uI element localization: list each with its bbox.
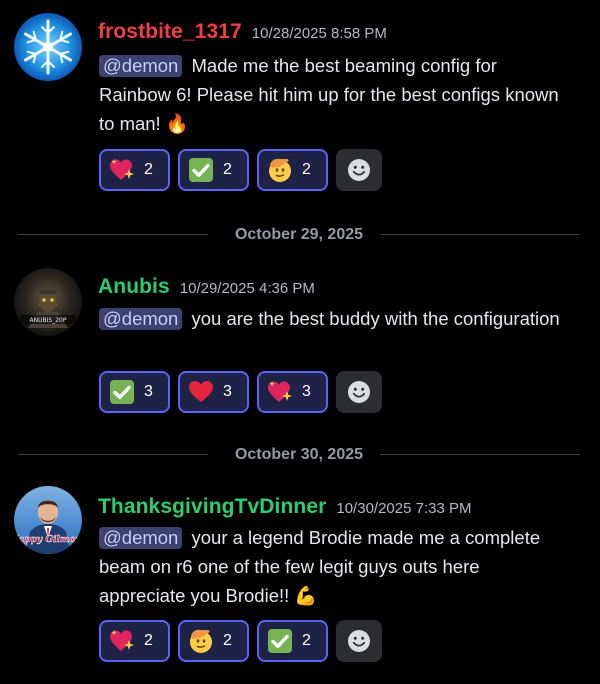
sparkling-heart-icon	[109, 157, 135, 183]
reaction-count: 2	[144, 161, 153, 178]
saluting-face-icon	[267, 157, 293, 183]
check-mark-icon	[267, 628, 293, 654]
date-divider: October 30, 2025	[18, 445, 580, 465]
reaction-bar: 2 2 2	[99, 620, 382, 662]
reaction-count: 2	[223, 632, 232, 649]
avatar-label: ANUBIS_20P	[30, 317, 67, 324]
reaction-sparkling-heart[interactable]: 2	[99, 620, 170, 662]
anubis-avatar[interactable]: ANUBIS_20P	[14, 268, 82, 336]
reaction-saluting-face[interactable]: 2	[257, 149, 328, 191]
timestamp: 10/28/2025 8:58 PM	[251, 25, 387, 42]
add-reaction-button[interactable]	[336, 149, 382, 191]
smiley-icon	[346, 379, 372, 405]
message-content: @demon Made me the best beaming config f…	[99, 51, 569, 138]
reaction-bar: 2 2 2	[99, 149, 382, 191]
smiley-icon	[346, 157, 372, 183]
reaction-saluting-face[interactable]: 2	[178, 620, 249, 662]
message-content: @demon you are the best buddy with the c…	[99, 304, 569, 333]
reaction-count: 3	[302, 383, 311, 400]
snowflake-avatar[interactable]	[14, 13, 82, 81]
username[interactable]: frostbite_1317	[98, 20, 242, 44]
username[interactable]: ThanksgivingTvDinner	[98, 495, 326, 519]
user-mention[interactable]: @demon	[99, 308, 183, 330]
add-reaction-button[interactable]	[336, 371, 382, 413]
reaction-count: 2	[302, 632, 311, 649]
sparkling-heart-icon	[267, 379, 293, 405]
sparkling-heart-icon	[109, 628, 135, 654]
reaction-count: 3	[223, 383, 232, 400]
reaction-red-heart[interactable]: 3	[178, 371, 249, 413]
add-reaction-button[interactable]	[336, 620, 382, 662]
happy-gilmore-avatar[interactable]: Happy Gilmore	[14, 486, 82, 554]
date-divider-label: October 30, 2025	[234, 446, 364, 463]
message-text: you are the best buddy with the configur…	[191, 308, 560, 329]
reaction-check-mark[interactable]: 2	[257, 620, 328, 662]
check-mark-icon	[109, 379, 135, 405]
reaction-sparkling-heart[interactable]: 2	[99, 149, 170, 191]
check-mark-icon	[188, 157, 214, 183]
reaction-bar: 3 3 3	[99, 371, 382, 413]
reaction-sparkling-heart[interactable]: 3	[257, 371, 328, 413]
timestamp: 10/29/2025 4:36 PM	[179, 280, 315, 297]
red-heart-icon	[188, 379, 214, 405]
avatar-label: Happy Gilmore	[14, 535, 82, 545]
reaction-check-mark[interactable]: 3	[99, 371, 170, 413]
saluting-face-icon	[188, 628, 214, 654]
message-content: @demon your a legend Brodie made me a co…	[99, 523, 549, 610]
username[interactable]: Anubis	[98, 275, 170, 299]
reaction-check-mark[interactable]: 2	[178, 149, 249, 191]
reaction-count: 3	[144, 383, 153, 400]
user-mention[interactable]: @demon	[99, 527, 183, 549]
user-mention[interactable]: @demon	[99, 55, 183, 77]
date-divider-label: October 29, 2025	[234, 226, 364, 243]
smiley-icon	[346, 628, 372, 654]
date-divider: October 29, 2025	[18, 225, 580, 245]
reaction-count: 2	[302, 161, 311, 178]
timestamp: 10/30/2025 7:33 PM	[336, 500, 472, 517]
reaction-count: 2	[223, 161, 232, 178]
reaction-count: 2	[144, 632, 153, 649]
